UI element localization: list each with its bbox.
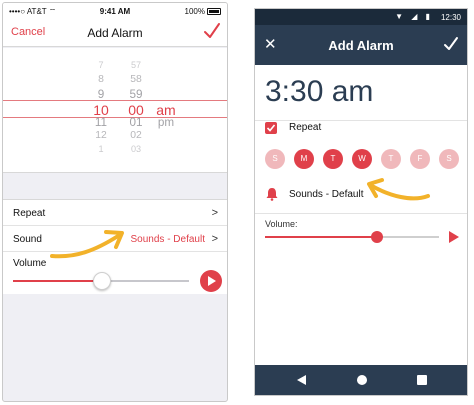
hour-option[interactable]: 8 (91, 74, 111, 85)
repeat-checkbox[interactable] (265, 122, 277, 134)
volume-slider-thumb[interactable] (371, 231, 383, 243)
arrow-annotation-icon (367, 178, 430, 201)
status-icons: ▼ ◢ ▮ (395, 12, 433, 21)
volume-track[interactable] (377, 236, 439, 238)
android-phone-screen: ▼ ◢ ▮ 12:30 ✕ Add Alarm 3:30 am Repeat S… (254, 8, 468, 396)
battery-percent: 100% (184, 7, 205, 16)
minute-option[interactable]: 58 (125, 74, 147, 85)
weekday-toggle[interactable]: W (352, 149, 372, 169)
volume-track[interactable] (101, 280, 189, 282)
sound-value: Sounds - Default (130, 234, 206, 245)
minute-option[interactable]: 59 (125, 88, 147, 101)
weekday-toggle[interactable]: M (294, 149, 314, 169)
repeat-label: Repeat (13, 208, 46, 219)
ios-phone-screen: ••••○ AT&T ⌔ 9:41 AM 100% Cancel Add Ala… (2, 2, 228, 402)
checkmark-icon[interactable] (443, 35, 459, 53)
volume-label: Volume (13, 258, 47, 269)
weekday-toggle[interactable]: S (265, 149, 285, 169)
time-picker[interactable]: 7 8 9 10 11 12 1 57 58 59 00 01 02 03 am pm (3, 48, 227, 173)
recents-icon[interactable] (417, 375, 427, 385)
minute-option[interactable]: 02 (125, 130, 147, 141)
sound-label: Sound (13, 234, 42, 245)
repeat-row[interactable]: Repeat > (3, 200, 227, 226)
play-icon[interactable] (449, 231, 459, 243)
repeat-label: Repeat (289, 122, 322, 133)
hour-option[interactable]: 7 (91, 60, 111, 70)
battery-icon (207, 8, 221, 15)
ampm-option[interactable]: pm (153, 116, 179, 129)
status-time: 12:30 (440, 13, 461, 22)
ios-status-bar: ••••○ AT&T ⌔ 9:41 AM 100% (3, 3, 227, 19)
arrow-annotation-icon (50, 230, 124, 259)
minute-option[interactable]: 57 (125, 60, 147, 70)
weekday-toggle[interactable]: T (381, 149, 401, 169)
minute-option[interactable]: 01 (125, 116, 147, 129)
divider (255, 213, 467, 214)
play-icon[interactable] (200, 270, 222, 292)
weekday-toggle[interactable]: S (439, 149, 459, 169)
hour-option[interactable]: 9 (91, 88, 111, 101)
android-nav-bar (255, 365, 467, 395)
ios-nav-bar: Cancel Add Alarm (3, 19, 227, 47)
chevron-right-icon: > (211, 207, 218, 219)
page-title: Add Alarm (328, 38, 394, 53)
weekday-toggle[interactable]: F (410, 149, 430, 169)
bell-icon (266, 188, 278, 201)
volume-track-filled (13, 280, 101, 282)
weekday-toggle[interactable]: T (323, 149, 343, 169)
weekday-selector: SMTWTFS (265, 149, 465, 169)
android-app-bar: ✕ Add Alarm (255, 25, 467, 65)
checkmark-icon[interactable] (203, 21, 221, 41)
divider (255, 120, 467, 121)
volume-slider-thumb[interactable] (93, 272, 111, 290)
android-status-bar: ▼ ◢ ▮ 12:30 (255, 9, 467, 25)
hour-option[interactable]: 11 (91, 116, 111, 129)
home-icon[interactable] (357, 375, 367, 385)
volume-label: Volume: (265, 219, 298, 229)
picker-selection-band (3, 100, 227, 118)
hour-option[interactable]: 1 (91, 144, 111, 154)
sound-value: Sounds - Default (289, 189, 364, 200)
minute-option[interactable]: 03 (125, 144, 147, 154)
page-title: Add Alarm (87, 26, 143, 40)
volume-track-filled (265, 236, 377, 238)
chevron-right-icon: > (211, 233, 218, 245)
alarm-time-display[interactable]: 3:30 am (265, 75, 373, 109)
back-icon[interactable] (297, 375, 306, 385)
hour-option[interactable]: 12 (91, 130, 111, 141)
